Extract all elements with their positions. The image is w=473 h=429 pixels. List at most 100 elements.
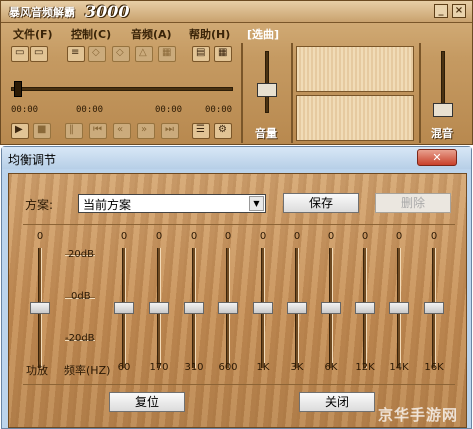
menu-help[interactable]: 帮助(H) (189, 26, 230, 42)
player-menubar: 文件(F) 控制(C) 音频(A) 帮助(H) [选曲] (1, 24, 472, 42)
frequency-label: 频率(HZ) (64, 364, 111, 377)
rewind-button[interactable]: « (113, 123, 131, 139)
band-value: 0 (430, 231, 438, 242)
progress-track[interactable] (11, 87, 233, 91)
band-slider-knob[interactable] (253, 302, 273, 314)
chevron-down-icon[interactable]: ▼ (249, 196, 264, 211)
band-slider-knob[interactable] (149, 302, 169, 314)
close-player-button[interactable]: × (452, 4, 466, 18)
equalizer-panel: 方案: 当前方案 ▼ 保存 删除 20dB 0dB -20dB 0 0 60 0 170… (8, 173, 467, 428)
next-icon: ⏭ (165, 124, 174, 135)
band-slider-knob[interactable] (30, 302, 50, 314)
band-slider-knob[interactable] (184, 302, 204, 314)
preset-label: 方案: (25, 198, 54, 212)
band-slider-knob[interactable] (287, 302, 307, 314)
db-mid-label: 0dB (71, 291, 91, 302)
preset-value: 当前方案 (83, 198, 132, 212)
eject-button[interactable]: △ (135, 46, 153, 62)
band-value: 0 (361, 231, 369, 242)
list-icon: ≡ (71, 47, 80, 58)
menu-file[interactable]: 文件(F) (13, 26, 53, 42)
app-logo-number: 3000 (85, 2, 130, 21)
band-value: 0 (293, 231, 301, 242)
capture-button[interactable]: ▦ (158, 46, 176, 62)
equalizer-titlebar[interactable]: 均衡调节 ✕ (2, 147, 471, 169)
time-total: 00:00 (205, 105, 233, 115)
band-value: 0 (224, 231, 232, 242)
band-value: 0 (36, 231, 44, 242)
open-file-button[interactable]: ▭ (11, 46, 29, 62)
open-folder-button[interactable]: ▭ (30, 46, 48, 62)
time-mid: 00:00 (76, 105, 104, 115)
pause-icon: ‖ (69, 124, 74, 135)
band-frequency-label: 3K (290, 362, 304, 373)
previous-button[interactable]: ⏮ (89, 123, 107, 139)
menu-audio[interactable]: 音频(A) (131, 26, 172, 42)
band-frequency-label: 1K (256, 362, 270, 373)
mix-knob[interactable] (433, 103, 453, 117)
play-icon: ▶ (15, 124, 23, 135)
menu-select-track[interactable]: [选曲] (247, 26, 279, 42)
dialog-close-button[interactable]: ✕ (417, 149, 457, 166)
close-button[interactable]: 关闭 (299, 392, 375, 412)
volume-label: 音量 (255, 127, 277, 140)
band-frequency-label: 170 (149, 362, 169, 373)
player-titlebar[interactable]: 暴风音频解霸 3000 _ × (1, 1, 472, 23)
stop-icon: ■ (37, 124, 47, 135)
playlist-button[interactable]: ≡ (67, 46, 85, 62)
separator (291, 43, 293, 143)
band-value: 0 (120, 231, 128, 242)
forward-button[interactable]: » (137, 123, 155, 139)
settings-button[interactable]: ⚙ (214, 123, 232, 139)
band-slider-knob[interactable] (355, 302, 375, 314)
next-button[interactable]: ⏭ (161, 123, 179, 139)
band-slider-knob[interactable] (218, 302, 238, 314)
band-slider-knob[interactable] (114, 302, 134, 314)
spectrum-display-top (296, 46, 414, 92)
save-button[interactable]: 保存 (283, 193, 359, 213)
display-button[interactable]: ▤ (192, 46, 210, 62)
settings-icon: ⚙ (218, 124, 227, 135)
watermark: 京华手游网 (378, 406, 459, 424)
db-bottom-label: -20dB (65, 333, 95, 344)
reset-button[interactable]: 复位 (109, 392, 185, 412)
stop-button[interactable]: ■ (33, 123, 51, 139)
band-slider-knob[interactable] (424, 302, 444, 314)
preset-select[interactable]: 当前方案 ▼ (78, 194, 266, 213)
volume-knob[interactable] (257, 83, 277, 97)
shuffle-button[interactable]: ◇ (112, 46, 130, 62)
minimize-button[interactable]: _ (434, 4, 448, 18)
eject-icon: △ (139, 47, 147, 58)
play-button[interactable]: ▶ (11, 123, 29, 139)
separator (419, 43, 421, 143)
player-window: 暴风音频解霸 3000 _ × 文件(F) 控制(C) 音频(A) 帮助(H) … (0, 0, 473, 145)
band-slider-knob[interactable] (321, 302, 341, 314)
divider (23, 224, 455, 225)
previous-icon: ⏮ (93, 124, 102, 135)
equalizer-title: 均衡调节 (8, 153, 57, 167)
time-current: 00:00 (155, 105, 183, 115)
repeat-button[interactable]: ◇ (88, 46, 106, 62)
band-value: 0 (190, 231, 198, 242)
band-frequency-label: 14K (389, 362, 409, 373)
band-frequency-label: 310 (184, 362, 204, 373)
capture-icon: ▦ (162, 47, 172, 58)
skin-button[interactable]: ▦ (214, 46, 232, 62)
band-value: 0 (259, 231, 267, 242)
progress-knob[interactable] (14, 81, 22, 97)
shuffle-icon: ◇ (116, 47, 124, 58)
grid-icon: ▦ (218, 47, 228, 58)
band-frequency-label: 16K (424, 362, 444, 373)
separator (241, 43, 243, 143)
delete-button[interactable]: 删除 (375, 193, 451, 213)
volume-track[interactable] (265, 51, 269, 113)
app-title: 暴风音频解霸 (9, 6, 75, 19)
mix-label: 混音 (431, 127, 453, 140)
band-slider-knob[interactable] (389, 302, 409, 314)
equalizer-dialog: 均衡调节 ✕ 方案: 当前方案 ▼ 保存 删除 20dB 0dB -20dB 0… (1, 146, 472, 429)
folder-icon: ▭ (34, 47, 44, 58)
equalizer-button[interactable]: ☰ (192, 123, 210, 139)
menu-control[interactable]: 控制(C) (71, 26, 111, 42)
pause-button[interactable]: ‖ (65, 123, 83, 139)
equalizer-icon: ☰ (196, 124, 205, 135)
